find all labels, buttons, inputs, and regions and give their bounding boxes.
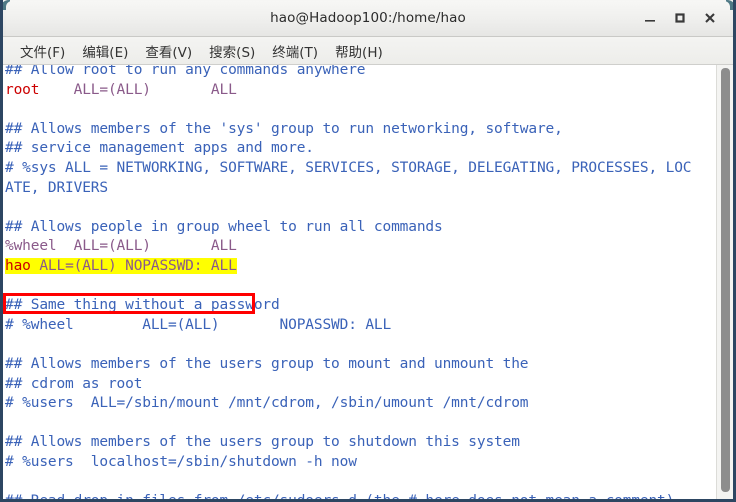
terminal-text-span: # %users localhost=/sbin/shutdown -h now	[5, 453, 357, 470]
terminal-text-span: # %users ALL=/sbin/mount /mnt/cdrom, /sb…	[5, 395, 529, 412]
terminal-line: root ALL=(ALL) ALL	[5, 81, 691, 101]
title-bar[interactable]: hao@Hadoop100:/home/hao	[3, 0, 733, 37]
terminal-line: ## service management apps and more.	[5, 139, 691, 159]
terminal-text-span: ## Allow root to run any commands anywhe…	[5, 65, 366, 78]
terminal-line: # %users ALL=/sbin/mount /mnt/cdrom, /sb…	[5, 394, 691, 414]
menu-item-file[interactable]: 文件(F)	[12, 39, 74, 63]
terminal-text-span: ## Same thing without a password	[5, 297, 280, 314]
maximize-icon[interactable]	[665, 3, 695, 33]
terminal-line: ## Same thing without a password	[5, 296, 691, 316]
terminal-text-view[interactable]: ## Allow root to run any commands anywhe…	[3, 65, 716, 499]
terminal-text-span: # %sys ALL = NETWORKING, SOFTWARE, SERVI…	[5, 159, 692, 176]
terminal-line: ## Allow root to run any commands anywhe…	[5, 65, 691, 81]
menu-item-edit[interactable]: 编辑(E)	[74, 39, 137, 63]
terminal-line: ## Allows members of the 'sys' group to …	[5, 120, 691, 140]
terminal-text-span: ## Allows members of the 'sys' group to …	[5, 120, 563, 137]
terminal-line: # %sys ALL = NETWORKING, SOFTWARE, SERVI…	[5, 159, 692, 179]
menu-item-search[interactable]: 搜索(S)	[201, 39, 264, 63]
menu-item-terminal[interactable]: 终端(T)	[264, 39, 327, 63]
terminal-line: # %wheel ALL=(ALL) NOPASSWD: ALL	[5, 316, 691, 336]
terminal-text-span: ALL=(ALL) NOPASSWD: ALL	[30, 257, 237, 274]
terminal-window: hao@Hadoop100:/home/hao 文件(F) 编辑(E) 查看(V…	[0, 0, 736, 502]
terminal-text-span: hao	[5, 257, 31, 274]
menu-item-help[interactable]: 帮助(H)	[327, 39, 392, 63]
terminal-text-span: ## Allows members of the users group to …	[5, 355, 529, 372]
menu-bar: 文件(F) 编辑(E) 查看(V) 搜索(S) 终端(T) 帮助(H)	[3, 37, 733, 65]
terminal-line: # %users localhost=/sbin/shutdown -h now	[5, 453, 691, 473]
scrollbar-thumb[interactable]	[721, 68, 730, 492]
terminal-line: ## Allows members of the users group to …	[5, 433, 691, 453]
terminal-text-span: ## cdrom as root	[5, 375, 143, 392]
terminal-text-span: ATE, DRIVERS	[5, 179, 108, 196]
terminal-text-span: %wheel ALL=(ALL) ALL	[5, 238, 237, 255]
terminal-line: ## Allows people in group wheel to run a…	[5, 218, 691, 238]
terminal-text-span: ## Read drop-in files from /etc/sudoers.…	[5, 493, 674, 499]
terminal-line: ## cdrom as root	[5, 375, 691, 395]
window-title: hao@Hadoop100:/home/hao	[270, 10, 466, 26]
terminal-text-span: ## service management apps and more.	[5, 140, 314, 157]
terminal-text-span: ALL=(ALL) ALL	[39, 81, 237, 98]
terminal-area: ## Allow root to run any commands anywhe…	[3, 65, 733, 499]
terminal-line: ## Allows members of the users group to …	[5, 355, 691, 375]
menu-item-view[interactable]: 查看(V)	[137, 39, 201, 63]
terminal-text-span: ## Allows members of the users group to …	[5, 434, 520, 451]
terminal-line: %wheel ALL=(ALL) ALL	[5, 237, 691, 257]
terminal-scrollbar[interactable]	[716, 65, 733, 499]
terminal-line: ## Read drop-in files from /etc/sudoers.…	[5, 492, 691, 499]
terminal-text-span: # %wheel ALL=(ALL) NOPASSWD: ALL	[5, 316, 392, 333]
window-controls	[635, 0, 725, 36]
terminal-lines: ## Allow root to run any commands anywhe…	[5, 65, 692, 499]
terminal-line: hao ALL=(ALL) NOPASSWD: ALL	[5, 257, 691, 277]
minimize-icon[interactable]	[635, 3, 665, 33]
terminal-text-span: root	[5, 81, 40, 98]
terminal-line: ATE, DRIVERS	[5, 179, 691, 199]
terminal-text-span: ## Allows people in group wheel to run a…	[5, 218, 443, 235]
close-icon[interactable]	[695, 3, 725, 33]
